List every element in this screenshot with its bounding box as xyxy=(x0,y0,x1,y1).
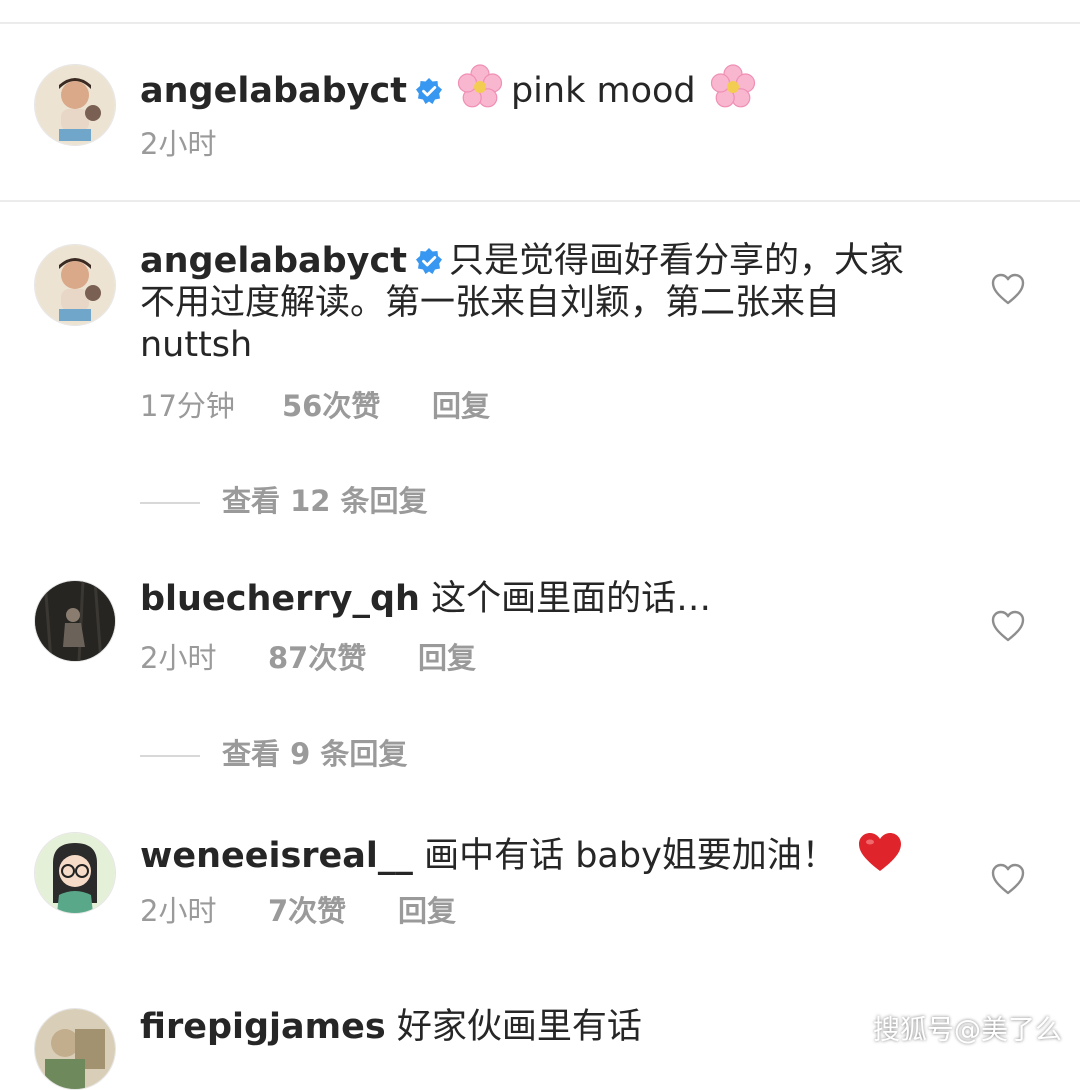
avatar[interactable] xyxy=(34,580,116,662)
caption-divider xyxy=(0,200,1080,202)
comment-text: 画中有话 baby姐要加油！ xyxy=(424,836,837,876)
avatar[interactable] xyxy=(34,244,116,326)
comment-text: 好家伙画里有话 xyxy=(396,1007,642,1047)
comment-likes[interactable]: 7次赞 xyxy=(268,893,346,929)
comment-likes[interactable]: 87次赞 xyxy=(268,640,366,676)
divider-dash xyxy=(140,502,200,504)
comment-text-line: 不用过度解读。第一张来自刘颖，第二张来自 xyxy=(140,283,841,323)
heart-outline-icon[interactable] xyxy=(990,862,1026,896)
weibo-logo-icon xyxy=(827,1013,867,1052)
heart-outline-icon[interactable] xyxy=(990,609,1026,643)
comment-text: 这个画里面的话… xyxy=(431,579,712,619)
comment-line: weneeisreal__ 画中有话 baby姐要加油！ xyxy=(140,831,903,883)
comment-line: bluecherry_qh 这个画里面的话… xyxy=(140,578,711,620)
comment-text: 只是觉得画好看分享的，大家 xyxy=(448,241,904,281)
watermark: 搜狐号@美了么 xyxy=(827,1008,1062,1052)
comment-line: firepigjames 好家伙画里有话 xyxy=(140,1006,642,1048)
comment-username[interactable]: firepigjames xyxy=(140,1007,386,1047)
reply-button[interactable]: 回复 xyxy=(398,893,456,929)
reply-button[interactable]: 回复 xyxy=(432,388,490,424)
view-replies-link[interactable]: 查看 9 条回复 xyxy=(140,736,407,772)
watermark-text: 搜狐号@美了么 xyxy=(873,1015,1062,1046)
comment-username[interactable]: angelababyct xyxy=(140,241,407,281)
view-replies-label: 查看 12 条回复 xyxy=(222,484,428,518)
avatar[interactable] xyxy=(34,1008,116,1090)
view-replies-link[interactable]: 查看 12 条回复 xyxy=(140,483,428,519)
caption-line: angelababyct pink mood xyxy=(140,64,764,120)
caption-username[interactable]: angelababyct xyxy=(140,71,407,111)
avatar[interactable] xyxy=(34,64,116,146)
verified-badge-icon xyxy=(415,73,443,115)
caption-text: pink mood xyxy=(510,71,696,111)
reply-button[interactable]: 回复 xyxy=(418,640,476,676)
cherry-blossom-icon xyxy=(457,64,503,120)
comment-line: angelababyct 只是觉得画好看分享的，大家 xyxy=(140,240,904,285)
caption-time: 2小时 xyxy=(140,127,217,161)
view-replies-label: 查看 9 条回复 xyxy=(222,737,408,771)
comment-time: 17分钟 xyxy=(140,389,235,423)
comment-username[interactable]: bluecherry_qh xyxy=(140,579,420,619)
comment-likes[interactable]: 56次赞 xyxy=(282,388,380,424)
cherry-blossom-icon xyxy=(710,64,756,120)
verified-badge-icon xyxy=(415,243,443,285)
divider-dash xyxy=(140,755,200,757)
comment-text-line: nuttsh xyxy=(140,325,253,365)
avatar[interactable] xyxy=(34,832,116,914)
comment-time: 2小时 xyxy=(140,641,217,675)
comment-time: 2小时 xyxy=(140,894,217,928)
heart-outline-icon[interactable] xyxy=(990,272,1026,306)
comment-username[interactable]: weneeisreal__ xyxy=(140,836,413,876)
top-divider xyxy=(0,22,1080,24)
red-heart-icon xyxy=(857,831,903,883)
